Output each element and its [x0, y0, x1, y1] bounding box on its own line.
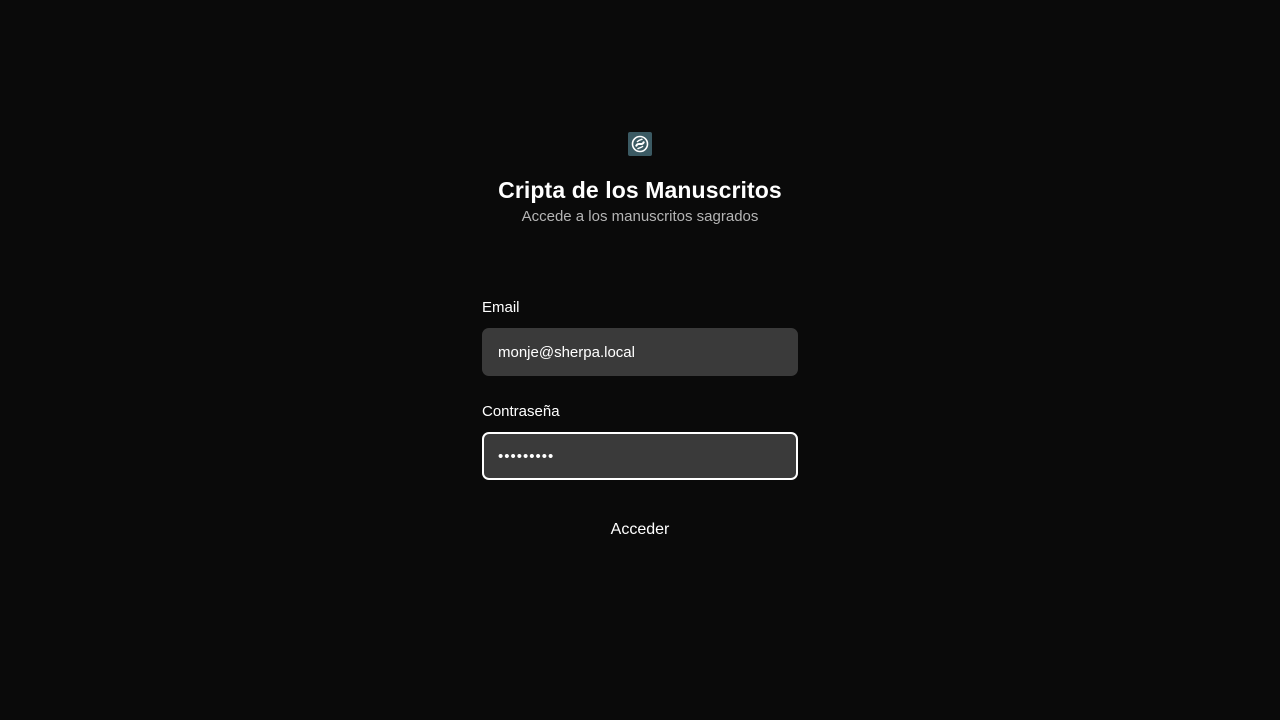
- password-label: Contraseña: [482, 403, 560, 420]
- login-header: Cripta de los Manuscritos Accede a los m…: [0, 132, 1280, 226]
- email-field[interactable]: [482, 328, 798, 376]
- email-group: Email: [482, 298, 798, 376]
- login-page: Cripta de los Manuscritos Accede a los m…: [0, 0, 1280, 720]
- page-subtitle: Accede a los manuscritos sagrados: [521, 208, 759, 225]
- login-button[interactable]: Acceder: [482, 518, 798, 542]
- password-field[interactable]: [482, 432, 798, 480]
- email-label: Email: [482, 299, 520, 316]
- page-title: Cripta de los Manuscritos: [498, 177, 782, 203]
- password-group: Contraseña: [482, 402, 798, 480]
- login-form: Email Contraseña: [482, 298, 798, 480]
- swirl-logo-icon: [628, 132, 652, 156]
